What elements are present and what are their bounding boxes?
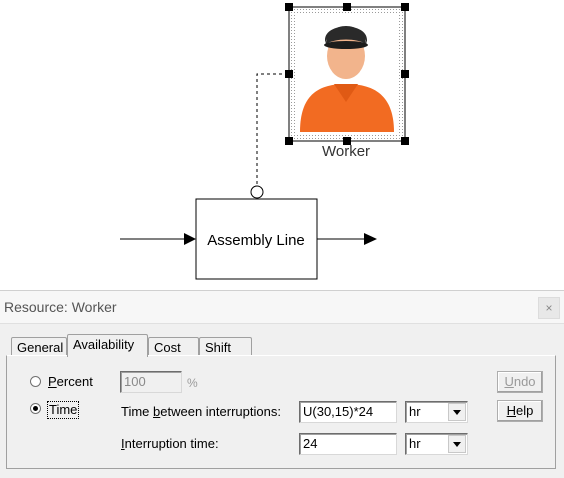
interruption-time-unit-value: hr (409, 436, 421, 451)
chevron-down-icon[interactable] (448, 435, 466, 453)
time-label: Time (47, 401, 80, 419)
chevron-down-icon[interactable] (448, 403, 466, 421)
undo-button[interactable]: Undo (497, 371, 543, 393)
time-between-unit-value: hr (409, 404, 421, 419)
process-label: Assembly Line (207, 232, 305, 249)
percent-unit: % (187, 376, 198, 390)
percent-field[interactable]: 100 (120, 371, 182, 393)
time-between-label: Time between interruptions: (121, 404, 281, 419)
worker-label: Worker (322, 143, 370, 160)
time-between-input[interactable]: U(30,15)*24 (299, 401, 397, 423)
percent-radio[interactable] (30, 376, 41, 387)
canvas-drawing: Worker Assembly Line (120, 3, 409, 280)
process-canvas[interactable]: Worker Assembly Line (0, 0, 564, 290)
incoming-arrowhead (184, 233, 196, 245)
percent-label-rest: ercent (56, 374, 93, 389)
interruption-time-input[interactable]: 24 (299, 433, 397, 455)
process-resource-connector (250, 185, 264, 199)
outgoing-arrowhead (364, 233, 377, 245)
help-button[interactable]: Help (497, 400, 543, 422)
percent-label: Percent (48, 374, 93, 389)
time-between-unit-select[interactable]: hr (405, 401, 468, 423)
interruption-time-unit-select[interactable]: hr (405, 433, 468, 455)
interruption-time-label: Interruption time: (121, 436, 219, 451)
time-radio[interactable] (30, 403, 41, 414)
resource-dialog: Resource: Worker × General Availability … (0, 290, 564, 478)
